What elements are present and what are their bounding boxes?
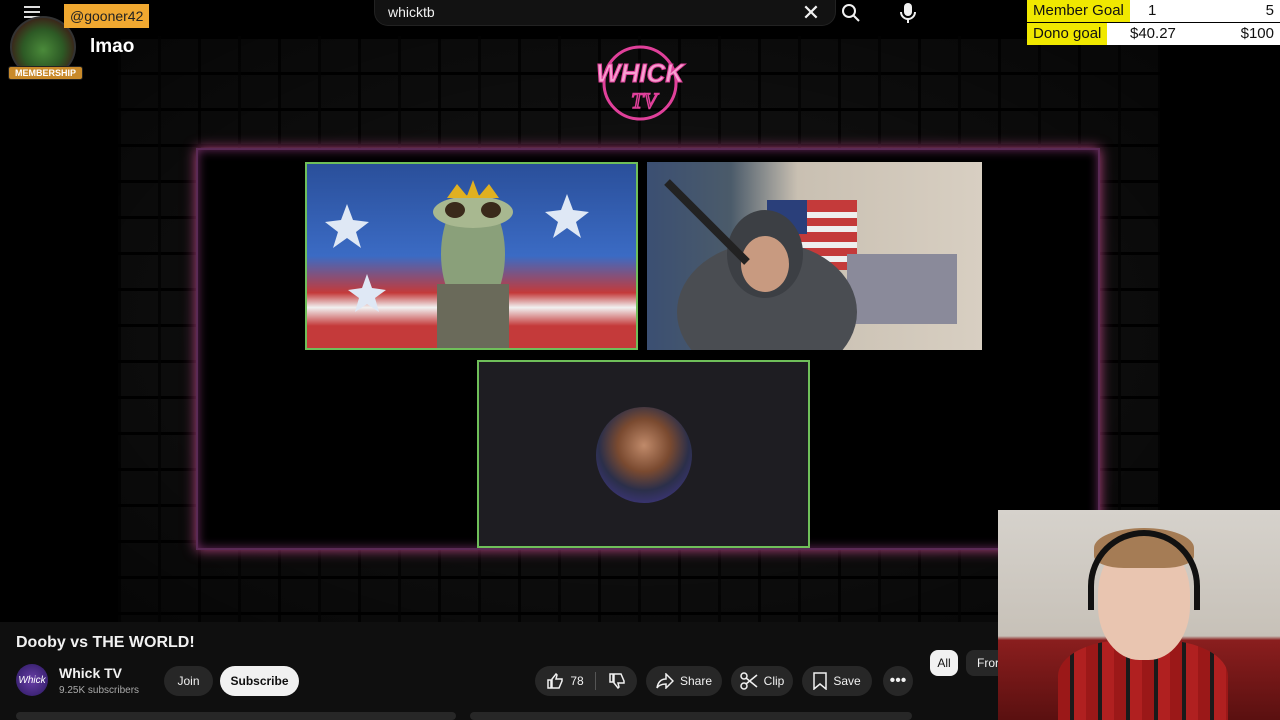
share-label: Share [679,674,713,688]
scissors-icon [739,672,758,690]
streamer-webcam [998,510,1280,720]
guest-feed-frog [305,162,638,350]
thumbs-down-icon [608,673,625,690]
more-icon: ••• [889,672,907,689]
youtube-watch-page: WHICK TV @gooner42 lmao MEMBERSHIP whick… [0,0,1280,720]
more-button[interactable]: ••• [883,666,913,696]
goal-label: Dono goal [1027,23,1108,45]
clip-button[interactable]: Clip [731,666,793,696]
like-dislike-group: 78 [535,666,637,696]
chat-message: lmao [90,36,135,57]
share-icon [656,673,674,689]
search-box[interactable]: whicktb ✕ [374,0,836,26]
goal-max: 5 [1265,2,1274,19]
member-goal: Member Goal 1 5 [1027,0,1280,22]
save-label: Save [833,674,861,688]
subscriber-count: 9.25K subscribers [59,685,140,696]
share-button[interactable]: Share [646,666,722,696]
chat-highlight: @gooner42 lmao MEMBERSHIP [4,4,154,84]
guest-feed-avatar [477,360,810,548]
frog-puppet-image [325,180,589,348]
svg-text:TV: TV [631,88,659,113]
like-button[interactable]: 78 [535,666,595,696]
chip-from[interactable]: Fror [966,650,1002,676]
chip-all[interactable]: All [930,650,958,676]
host-webcam-image [664,179,957,350]
search-input[interactable]: whicktb [388,4,435,20]
channel-name[interactable]: Whick TV [59,665,122,681]
dono-goal: Dono goal $40.27 $100 [1027,23,1280,45]
clip-label: Clip [763,674,785,688]
chat-username: @gooner42 [64,4,150,28]
close-icon[interactable]: ✕ [799,2,823,24]
goal-current: 1 [1148,2,1157,19]
goals-panel: Member Goal 1 5 Dono goal $40.27 $100 [1027,0,1280,45]
host-feed [647,162,982,350]
whick-tv-logo: WHICK TV [595,45,687,121]
guest-avatar [596,407,692,503]
bookmark-icon [813,672,828,690]
description-placeholder [16,712,456,720]
dislike-button[interactable] [596,666,637,696]
like-count: 78 [570,674,584,688]
goal-max: $100 [1240,25,1274,42]
goal-label: Member Goal [1027,0,1130,22]
save-button[interactable]: Save [802,666,872,696]
channel-avatar[interactable]: Whick [16,664,48,696]
join-button[interactable]: Join [164,666,213,696]
channel-avatar-text: Whick [18,674,46,686]
thumbs-up-icon [547,672,564,689]
svg-text:WHICK: WHICK [596,58,686,88]
membership-badge: MEMBERSHIP [8,66,84,80]
description-placeholder [470,712,912,720]
goal-current: $40.27 [1130,25,1176,42]
subscribe-button[interactable]: Subscribe [220,666,299,696]
mic-icon[interactable] [890,0,926,26]
video-title: Dooby vs THE WORLD! [16,634,195,651]
search-icon[interactable] [830,0,872,26]
